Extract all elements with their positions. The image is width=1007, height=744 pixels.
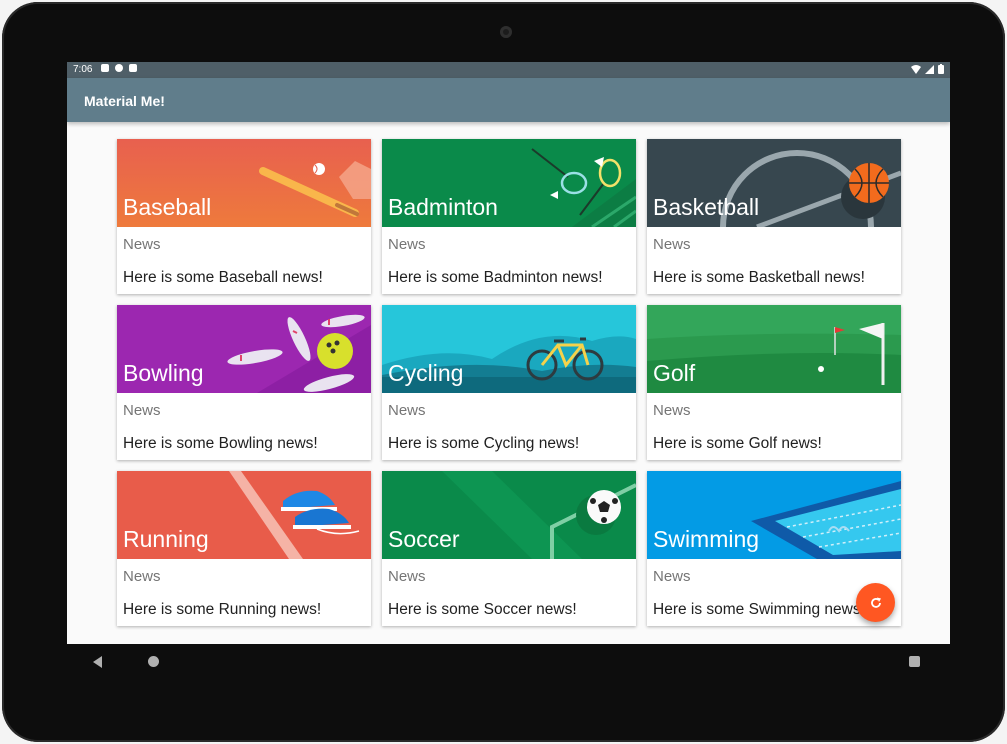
card-subtitle: News <box>123 236 161 253</box>
sport-card-golf[interactable]: Golf News Here is some Golf news! <box>647 305 901 460</box>
card-banner: Bowling <box>117 305 371 393</box>
sport-card-soccer[interactable]: Soccer News Here is some Soccer news! <box>382 471 636 626</box>
screen: 7:06 Material Me! Baseball News Here is … <box>67 62 950 644</box>
refresh-icon <box>870 597 881 608</box>
system-icons <box>911 64 944 74</box>
card-subtitle: News <box>653 568 691 585</box>
card-title: Golf <box>653 360 696 386</box>
sport-card-cycling[interactable]: Cycling News Here is some Cycling news! <box>382 305 636 460</box>
card-news-text: Here is some Bowling news! <box>123 435 318 452</box>
card-banner: Running <box>117 471 371 559</box>
sport-card-basketball[interactable]: Basketball News Here is some Basketball … <box>647 139 901 294</box>
app-bar: Material Me! <box>67 78 950 122</box>
card-title: Soccer <box>388 526 460 552</box>
card-banner: Golf <box>647 305 901 393</box>
card-subtitle: News <box>388 236 426 253</box>
card-subtitle: News <box>123 568 161 585</box>
sport-card-running[interactable]: Running News Here is some Running news! <box>117 471 371 626</box>
status-bar: 7:06 <box>67 62 950 78</box>
app-title: Material Me! <box>84 93 165 109</box>
sport-card-badminton[interactable]: Badminton News Here is some Badminton ne… <box>382 139 636 294</box>
battery-icon <box>938 64 944 74</box>
card-title: Basketball <box>653 194 760 220</box>
home-icon[interactable] <box>148 656 159 667</box>
card-title: Cycling <box>388 360 464 386</box>
card-title: Bowling <box>123 360 204 386</box>
navigation-bar <box>2 652 1005 674</box>
card-title: Badminton <box>388 194 498 220</box>
sport-card-baseball[interactable]: Baseball News Here is some Baseball news… <box>117 139 371 294</box>
card-title: Running <box>123 526 209 552</box>
card-subtitle: News <box>653 236 691 253</box>
notification-icon <box>101 64 109 72</box>
card-news-text: Here is some Basketball news! <box>653 269 865 286</box>
card-subtitle: News <box>123 402 161 419</box>
card-news-text: Here is some Soccer news! <box>388 601 577 618</box>
card-banner: Cycling <box>382 305 636 393</box>
card-banner: Swimming <box>647 471 901 559</box>
sport-card-bowling[interactable]: Bowling News Here is some Bowling news! <box>117 305 371 460</box>
card-news-text: Here is some Running news! <box>123 601 322 618</box>
card-subtitle: News <box>653 402 691 419</box>
card-news-text: Here is some Baseball news! <box>123 269 323 286</box>
sports-grid: Baseball News Here is some Baseball news… <box>117 139 901 626</box>
camera-icon <box>500 26 512 38</box>
card-news-text: Here is some Cycling news! <box>388 435 580 452</box>
card-banner: Badminton <box>382 139 636 227</box>
card-title: Swimming <box>653 526 760 552</box>
sd-card-icon <box>129 64 137 72</box>
card-banner: Basketball <box>647 139 901 227</box>
tablet-frame: 7:06 Material Me! Baseball News Here is … <box>2 2 1005 742</box>
notification-icons <box>101 64 137 72</box>
status-time: 7:06 <box>73 64 93 75</box>
wifi-icon <box>911 64 921 74</box>
recents-icon[interactable] <box>909 656 920 667</box>
signal-icon <box>925 64 934 74</box>
card-banner: Soccer <box>382 471 636 559</box>
refresh-fab-button[interactable] <box>856 583 895 622</box>
card-banner: Baseball <box>117 139 371 227</box>
card-subtitle: News <box>388 402 426 419</box>
card-news-text: Here is some Badminton news! <box>388 269 603 286</box>
card-title: Baseball <box>123 194 212 220</box>
back-icon[interactable] <box>93 656 102 668</box>
card-subtitle: News <box>388 568 426 585</box>
sync-icon <box>115 64 123 72</box>
card-news-text: Here is some Golf news! <box>653 435 822 452</box>
card-news-text: Here is some Swimming news! <box>653 601 865 618</box>
